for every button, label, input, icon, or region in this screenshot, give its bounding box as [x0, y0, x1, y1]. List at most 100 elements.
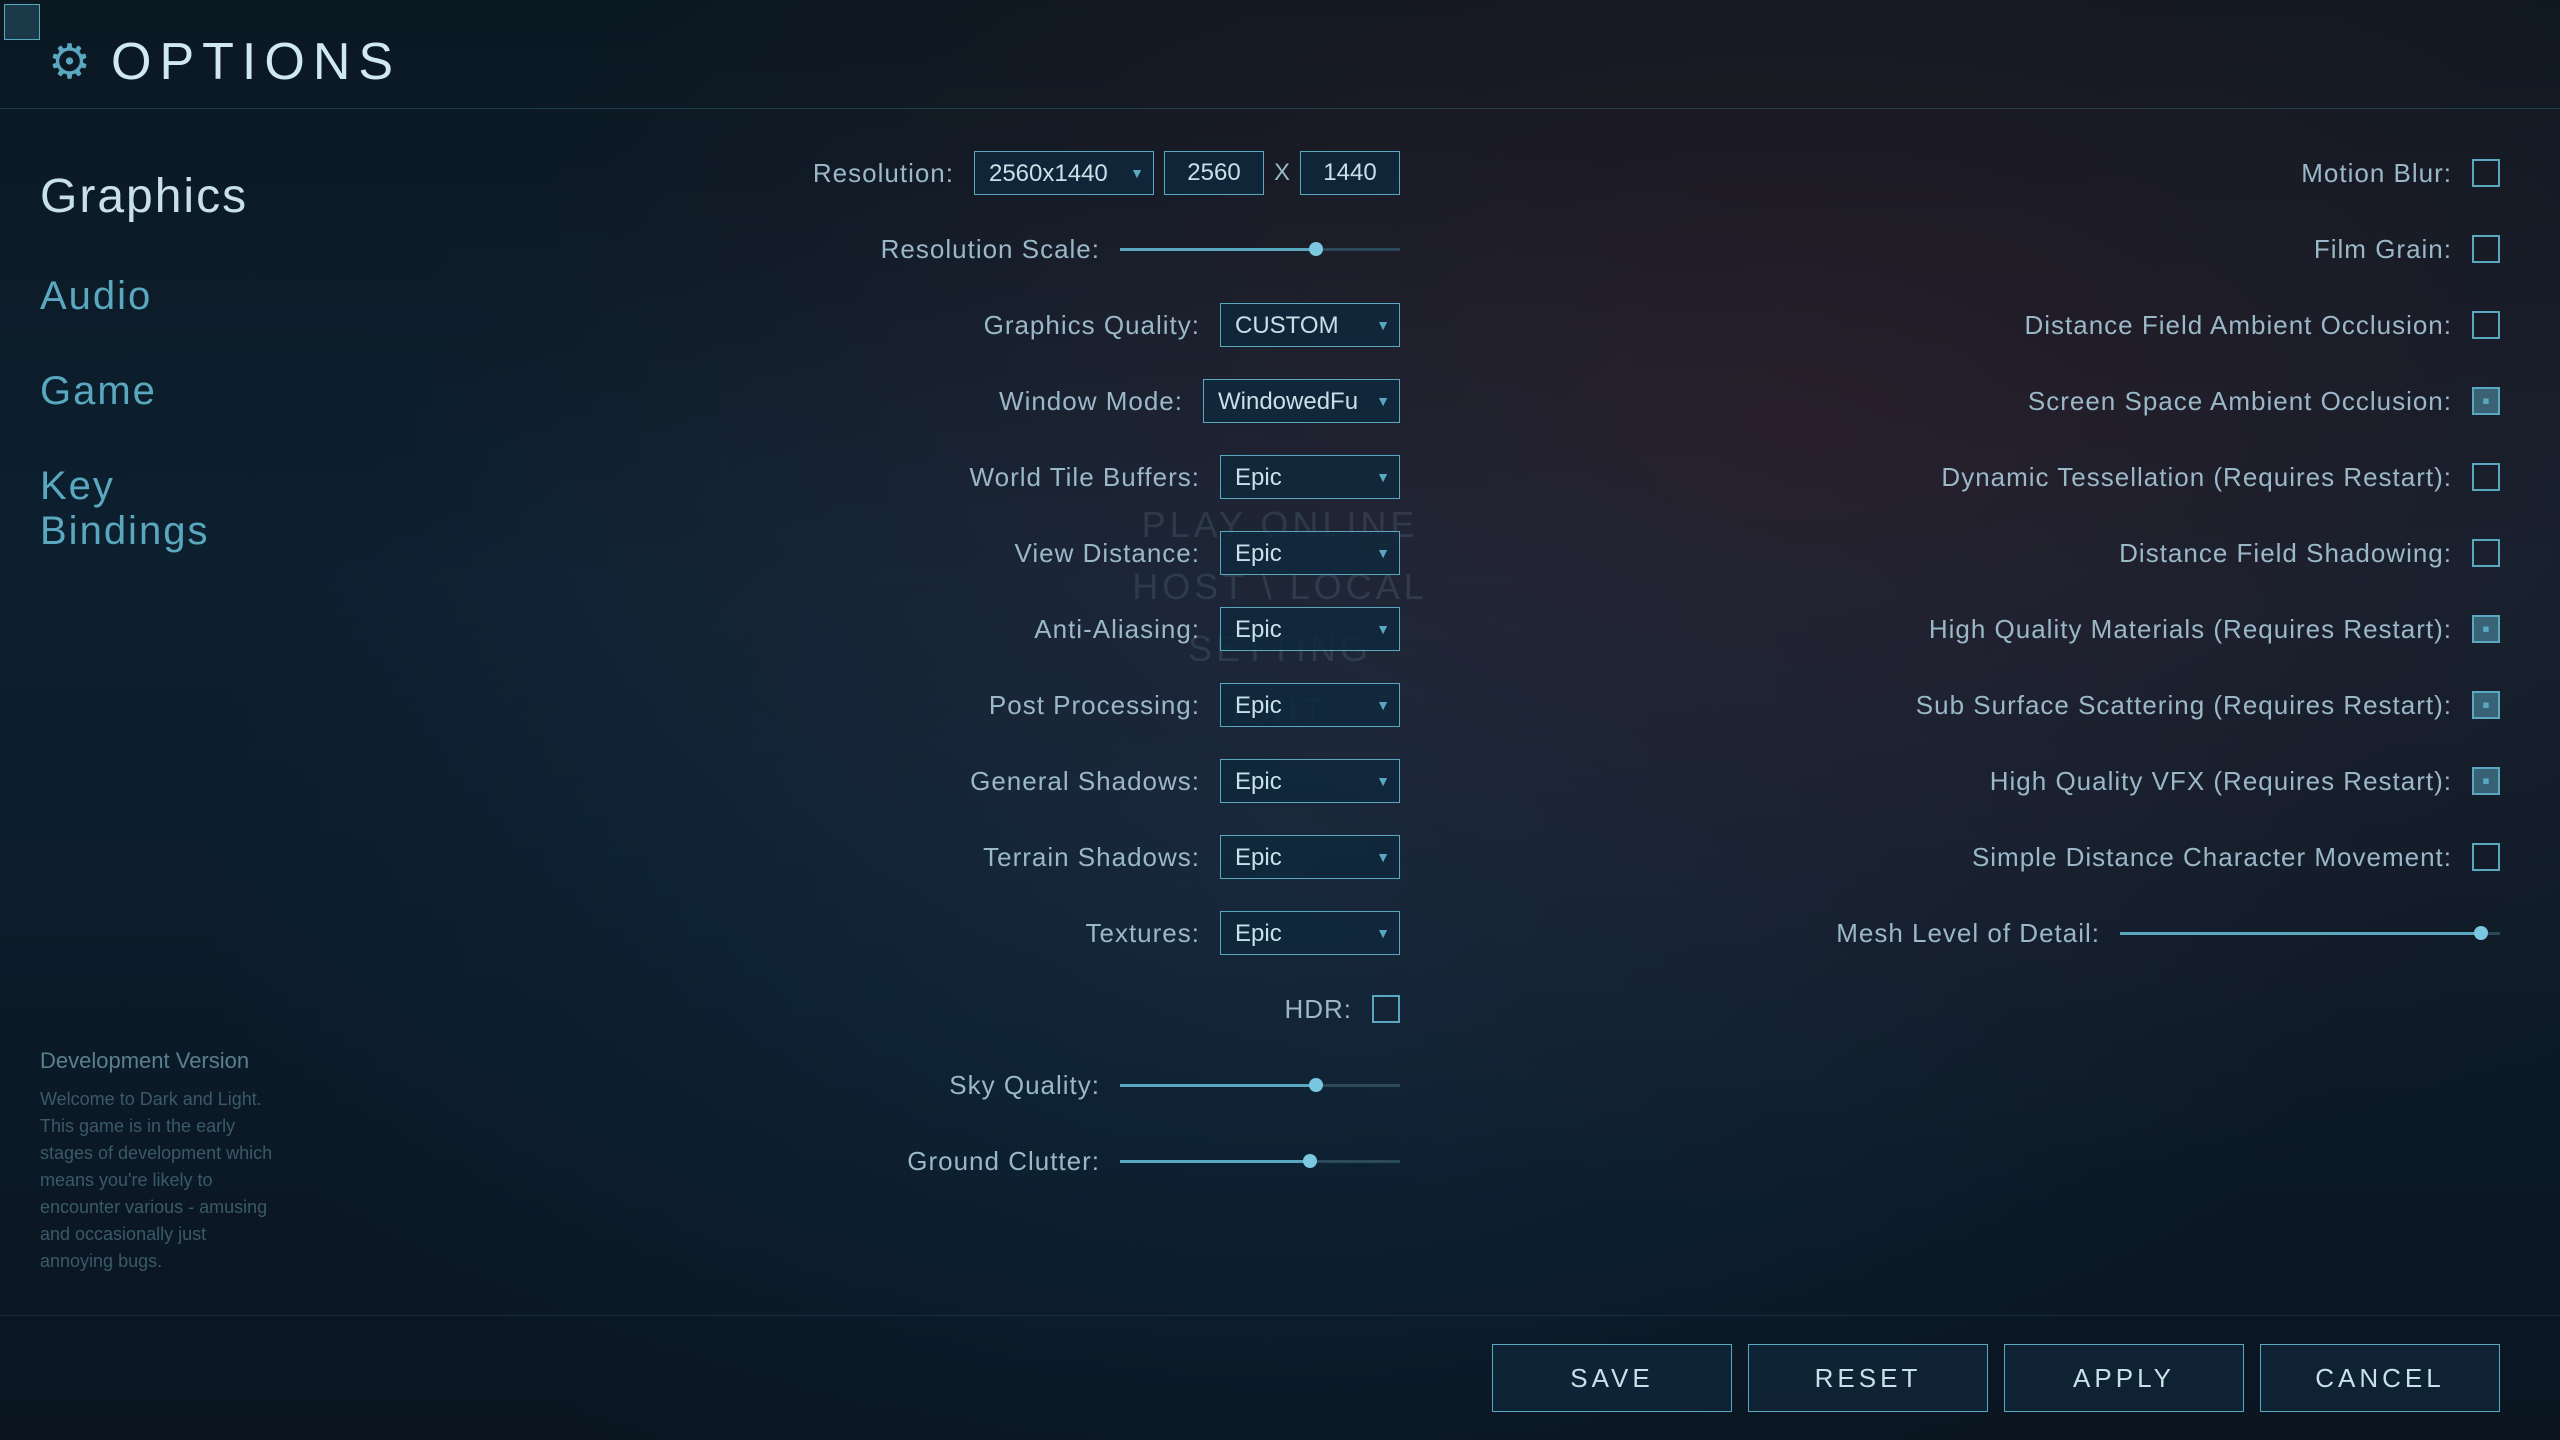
dev-description: Welcome to Dark and Light. This game is … [40, 1086, 280, 1275]
hq-materials-checkbox[interactable] [2472, 615, 2500, 643]
graphics-quality-label: Graphics Quality: [984, 310, 1200, 341]
motion-blur-label: Motion Blur: [2301, 158, 2452, 189]
view-distance-label: View Distance: [1015, 538, 1201, 569]
dfao-checkbox[interactable] [2472, 311, 2500, 339]
view-distance-dropdown[interactable]: Epic LowMediumHigh [1220, 531, 1400, 575]
simple-dist-label: Simple Distance Character Movement: [1972, 842, 2452, 873]
terrain-shadows-row: Terrain Shadows: Epic LowMediumHigh [380, 833, 1400, 881]
resolution-scale-label: Resolution Scale: [881, 234, 1100, 265]
dynamic-tess-checkbox[interactable] [2472, 463, 2500, 491]
sub-surface-checkbox[interactable] [2472, 691, 2500, 719]
resolution-scale-slider[interactable] [1120, 248, 1400, 251]
dynamic-tess-row: Dynamic Tessellation (Requires Restart): [1480, 453, 2500, 501]
window-mode-dropdown-wrapper[interactable]: WindowedFu Fullscreen Windowed [1203, 379, 1400, 423]
settings-left: Resolution: 2560x1440 1920x1080 3840x216… [380, 149, 1400, 1275]
view-distance-row: View Distance: Epic LowMediumHigh [380, 529, 1400, 577]
mesh-lod-slider[interactable] [2120, 932, 2500, 935]
save-button[interactable]: SAVE [1492, 1344, 1732, 1412]
ground-clutter-slider[interactable] [1120, 1160, 1400, 1163]
window-mode-label: Window Mode: [999, 386, 1183, 417]
motion-blur-row: Motion Blur: [1480, 149, 2500, 197]
window-mode-dropdown[interactable]: WindowedFu Fullscreen Windowed [1203, 379, 1400, 423]
dev-version-section: Development Version Welcome to Dark and … [40, 1043, 280, 1275]
hq-materials-label: High Quality Materials (Requires Restart… [1929, 614, 2452, 645]
resolution-row: Resolution: 2560x1440 1920x1080 3840x216… [380, 149, 1400, 197]
dfao-label: Distance Field Ambient Occlusion: [2024, 310, 2452, 341]
terrain-shadows-dropdown[interactable]: Epic LowMediumHigh [1220, 835, 1400, 879]
post-processing-dropdown-wrapper[interactable]: Epic LowMediumHigh [1220, 683, 1400, 727]
film-grain-checkbox[interactable] [2472, 235, 2500, 263]
sky-quality-row: Sky Quality: [380, 1061, 1400, 1109]
hq-vfx-label: High Quality VFX (Requires Restart): [1990, 766, 2452, 797]
sidebar-item-game[interactable]: Game [40, 369, 280, 414]
mesh-lod-label: Mesh Level of Detail: [1836, 918, 2100, 949]
world-tile-dropdown[interactable]: Epic LowMediumHigh [1220, 455, 1400, 499]
corner-square [4, 4, 40, 40]
world-tile-buffers-label: World Tile Buffers: [970, 462, 1200, 493]
df-shadowing-checkbox[interactable] [2472, 539, 2500, 567]
content-area: Graphics Audio Game Key Bindings Develop… [0, 109, 2560, 1315]
hdr-checkbox[interactable] [1372, 995, 1400, 1023]
hdr-label: HDR: [1284, 994, 1352, 1025]
general-shadows-dropdown-wrapper[interactable]: Epic LowMediumHigh [1220, 759, 1400, 803]
sky-quality-slider[interactable] [1120, 1084, 1400, 1087]
graphics-quality-dropdown-wrapper[interactable]: CUSTOM Low Medium High Epic [1220, 303, 1400, 347]
gear-icon: ⚙ [48, 34, 91, 90]
mesh-lod-row: Mesh Level of Detail: [1480, 909, 2500, 957]
bottom-bar: SAVE RESET APPLY CANCEL [0, 1315, 2560, 1440]
anti-aliasing-dropdown[interactable]: Epic LowMediumHigh [1220, 607, 1400, 651]
dev-version-label: Development Version [40, 1043, 280, 1078]
main-container: ⚙ OPTIONS Graphics Audio Game Key Bindin… [0, 0, 2560, 1440]
header: ⚙ OPTIONS [0, 0, 2560, 109]
settings-panel: Resolution: 2560x1440 1920x1080 3840x216… [320, 109, 2560, 1315]
resolution-separator: X [1274, 159, 1290, 187]
terrain-shadows-dropdown-wrapper[interactable]: Epic LowMediumHigh [1220, 835, 1400, 879]
world-tile-dropdown-wrapper[interactable]: Epic LowMediumHigh [1220, 455, 1400, 499]
view-distance-dropdown-wrapper[interactable]: Epic LowMediumHigh [1220, 531, 1400, 575]
ssao-row: Screen Space Ambient Occlusion: [1480, 377, 2500, 425]
general-shadows-dropdown[interactable]: Epic LowMediumHigh [1220, 759, 1400, 803]
hq-vfx-checkbox[interactable] [2472, 767, 2500, 795]
sidebar-item-keybindings[interactable]: Key Bindings [40, 464, 280, 554]
resolution-scale-row: Resolution Scale: [380, 225, 1400, 273]
ground-clutter-label: Ground Clutter: [907, 1146, 1100, 1177]
motion-blur-checkbox[interactable] [2472, 159, 2500, 187]
page-title: OPTIONS [111, 32, 401, 92]
sky-quality-label: Sky Quality: [949, 1070, 1100, 1101]
textures-row: Textures: Epic LowMediumHigh [380, 909, 1400, 957]
sidebar-item-audio[interactable]: Audio [40, 274, 280, 319]
apply-button[interactable]: APPLY [2004, 1344, 2244, 1412]
post-processing-label: Post Processing: [989, 690, 1200, 721]
dfao-row: Distance Field Ambient Occlusion: [1480, 301, 2500, 349]
reset-button[interactable]: RESET [1748, 1344, 1988, 1412]
world-tile-buffers-row: World Tile Buffers: Epic LowMediumHigh [380, 453, 1400, 501]
film-grain-label: Film Grain: [2314, 234, 2452, 265]
resolution-dropdown-wrapper[interactable]: 2560x1440 1920x1080 3840x2160 [974, 151, 1154, 195]
df-shadowing-label: Distance Field Shadowing: [2119, 538, 2452, 569]
simple-dist-row: Simple Distance Character Movement: [1480, 833, 2500, 881]
dynamic-tess-label: Dynamic Tessellation (Requires Restart): [1941, 462, 2452, 493]
ssao-label: Screen Space Ambient Occlusion: [2028, 386, 2452, 417]
post-processing-dropdown[interactable]: Epic LowMediumHigh [1220, 683, 1400, 727]
df-shadowing-row: Distance Field Shadowing: [1480, 529, 2500, 577]
anti-aliasing-row: Anti-Aliasing: Epic LowMediumHigh [380, 605, 1400, 653]
textures-dropdown-wrapper[interactable]: Epic LowMediumHigh [1220, 911, 1400, 955]
resolution-dropdown[interactable]: 2560x1440 1920x1080 3840x2160 [974, 151, 1154, 195]
textures-label: Textures: [1086, 918, 1201, 949]
hq-materials-row: High Quality Materials (Requires Restart… [1480, 605, 2500, 653]
film-grain-row: Film Grain: [1480, 225, 2500, 273]
resolution-height-input[interactable] [1300, 151, 1400, 195]
resolution-width-input[interactable] [1164, 151, 1264, 195]
simple-dist-checkbox[interactable] [2472, 843, 2500, 871]
anti-aliasing-label: Anti-Aliasing: [1034, 614, 1200, 645]
terrain-shadows-label: Terrain Shadows: [983, 842, 1200, 873]
ssao-checkbox[interactable] [2472, 387, 2500, 415]
cancel-button[interactable]: CANCEL [2260, 1344, 2500, 1412]
sidebar-item-graphics[interactable]: Graphics [40, 169, 280, 224]
textures-dropdown[interactable]: Epic LowMediumHigh [1220, 911, 1400, 955]
general-shadows-row: General Shadows: Epic LowMediumHigh [380, 757, 1400, 805]
anti-aliasing-dropdown-wrapper[interactable]: Epic LowMediumHigh [1220, 607, 1400, 651]
hdr-row: HDR: [380, 985, 1400, 1033]
graphics-quality-dropdown[interactable]: CUSTOM Low Medium High Epic [1220, 303, 1400, 347]
sidebar: Graphics Audio Game Key Bindings Develop… [0, 109, 320, 1315]
